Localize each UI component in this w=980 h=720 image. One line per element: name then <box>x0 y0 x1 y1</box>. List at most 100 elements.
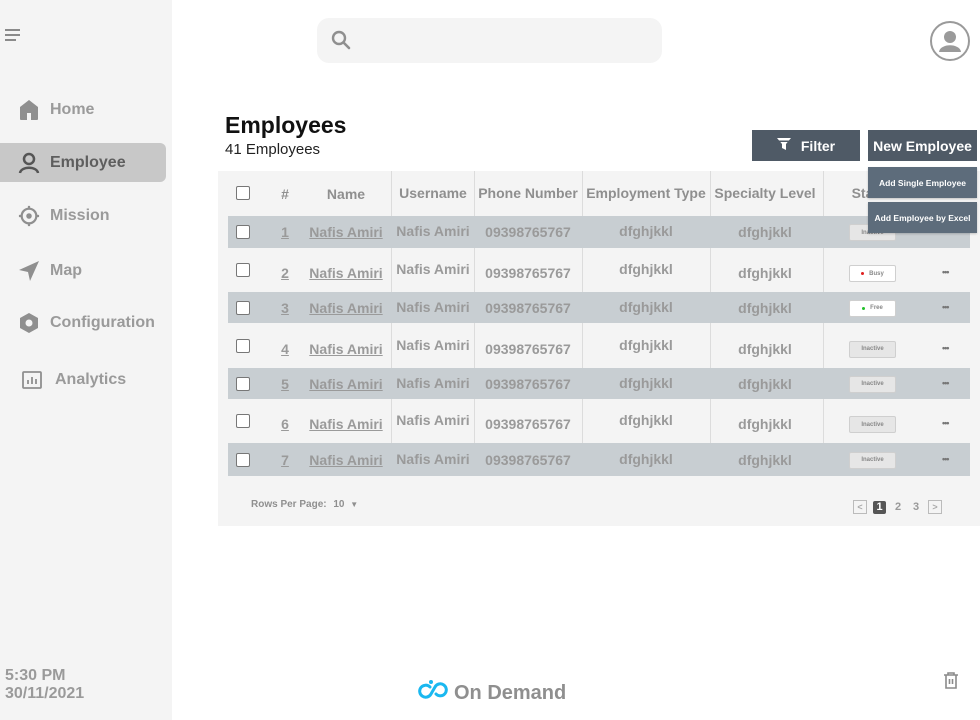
table-row: 7 Nafis Amiri Nafis Amiri 09398765767 dfghjk… <box>228 443 970 476</box>
pagination: < 1 2 3 > <box>853 500 942 514</box>
row-checkbox[interactable] <box>236 376 250 391</box>
clock: 5:30 PM 30/11/2021 <box>5 667 84 703</box>
trash-icon[interactable] <box>943 671 959 694</box>
search-bar[interactable] <box>317 18 662 63</box>
caret-down-icon: ▼ <box>350 500 359 509</box>
employee-name-link[interactable]: Nafis Amiri <box>296 416 396 432</box>
status-badge: Inactive <box>849 451 896 469</box>
page-title: Employees <box>225 112 347 138</box>
status-label: Busy <box>869 270 884 277</box>
status-badge: Free <box>849 299 896 317</box>
specialty-level-cell: dfghjkkl <box>738 224 792 240</box>
phone-cell: 09398765767 <box>485 224 571 240</box>
sidebar-item-mission[interactable]: Mission <box>0 196 166 235</box>
specialty-level-cell: dfghjkkl <box>738 375 792 392</box>
sidebar-item-label: Analytics <box>55 370 127 388</box>
employee-name-link[interactable]: Nafis Amiri <box>296 341 396 357</box>
sidebar-item-label: Mission <box>50 206 110 224</box>
employee-name-link[interactable]: Nafis Amiri <box>296 224 396 240</box>
bar-chart-icon <box>21 369 43 391</box>
more-actions-button[interactable]: ••• <box>942 302 950 312</box>
phone-cell: 09398765767 <box>485 265 571 281</box>
prev-page-button[interactable]: < <box>853 500 867 514</box>
phone-cell: 09398765767 <box>485 340 571 357</box>
row-number-link[interactable]: 6 <box>275 416 295 432</box>
employee-name-link[interactable]: Nafis Amiri <box>296 265 396 281</box>
specialty-level-cell: dfghjkkl <box>738 340 792 357</box>
person-icon <box>18 152 40 174</box>
employment-type-cell: dfghjkkl <box>619 223 673 239</box>
table-header: # Name Username Phone Number Employment Type… <box>218 171 980 216</box>
table-row: 5 Nafis Amiri Nafis Amiri 09398765767 dfghjk… <box>228 368 970 399</box>
rows-per-page-label: Rows Per Page: <box>251 499 327 510</box>
more-actions-button[interactable]: ••• <box>942 418 950 428</box>
phone-cell: 09398765767 <box>485 299 571 316</box>
row-checkbox[interactable] <box>236 300 250 315</box>
brand-name: On Demand <box>454 681 567 704</box>
table-row: 1 Nafis Amiri Nafis Amiri 09398765767 dfghjk… <box>228 216 970 248</box>
time: 5:30 PM <box>5 667 66 684</box>
page-3-button[interactable]: 3 <box>910 501 922 513</box>
status-label: Free <box>870 305 883 311</box>
search-icon <box>331 30 351 55</box>
row-checkbox[interactable] <box>236 338 250 353</box>
row-number-link[interactable]: 2 <box>275 265 295 281</box>
add-employee-by-excel-menu-item[interactable]: Add Employee by Excel <box>868 202 977 233</box>
specialty-level-cell: dfghjkkl <box>738 451 792 468</box>
sidebar-item-map[interactable]: Map <box>0 251 166 290</box>
rows-per-page-select[interactable]: Rows Per Page: 10 ▼ <box>251 499 358 510</box>
sidebar-item-employee[interactable]: Employee <box>0 143 166 182</box>
more-actions-button[interactable]: ••• <box>942 454 950 464</box>
row-number-link[interactable]: 7 <box>275 452 295 468</box>
row-number-link[interactable]: 5 <box>275 376 295 392</box>
employee-name-link[interactable]: Nafis Amiri <box>296 376 396 392</box>
target-icon <box>18 205 40 227</box>
phone-cell: 09398765767 <box>485 416 571 432</box>
sidebar-item-label: Home <box>50 100 95 118</box>
add-single-employee-menu-item[interactable]: Add Single Employee <box>868 167 977 198</box>
row-number-link[interactable]: 1 <box>275 224 295 240</box>
sidebar-item-configuration[interactable]: Configuration <box>0 303 166 342</box>
rows-per-page-value: 10 <box>333 499 345 510</box>
employee-name-link[interactable]: Nafis Amiri <box>296 300 396 316</box>
employment-type-cell: dfghjkkl <box>619 261 673 277</box>
page-2-button[interactable]: 2 <box>892 501 904 513</box>
employment-type-cell: dfghjkkl <box>619 412 673 428</box>
row-checkbox[interactable] <box>236 452 250 467</box>
status-dot <box>862 306 866 310</box>
status-label: Inactive <box>861 421 884 428</box>
page-1-button[interactable]: 1 <box>873 500 886 514</box>
home-icon <box>18 99 40 121</box>
row-checkbox[interactable] <box>236 225 250 239</box>
row-checkbox[interactable] <box>236 414 250 428</box>
status-label: Inactive <box>861 381 884 387</box>
more-actions-button[interactable]: ••• <box>942 267 950 277</box>
status-badge: Inactive <box>849 375 896 393</box>
employee-count: 41 Employees <box>225 141 321 158</box>
next-page-button[interactable]: > <box>928 500 942 514</box>
sidebar-item-label: Configuration <box>50 313 155 331</box>
more-actions-button[interactable]: ••• <box>942 378 950 388</box>
row-checkbox[interactable] <box>236 263 250 277</box>
user-avatar-icon[interactable] <box>930 21 970 61</box>
sidebar-item-home[interactable]: Home <box>0 90 166 129</box>
specialty-level-cell: dfghjkkl <box>738 299 792 316</box>
employment-type-cell: dfghjkkl <box>619 450 673 467</box>
search-input[interactable] <box>361 18 651 63</box>
sidebar-item-analytics[interactable]: Analytics <box>0 360 166 399</box>
table-row: 3 Nafis Amiri Nafis Amiri 09398765767 dfghjk… <box>228 292 970 323</box>
table-row: 4 Nafis Amiri Nafis Amiri 09398765767 dfghjk… <box>228 324 970 367</box>
row-number-link[interactable]: 4 <box>275 341 295 357</box>
filter-icon <box>776 137 791 154</box>
filter-button[interactable]: Filter <box>752 130 860 161</box>
brand-logo: On Demand <box>418 679 566 707</box>
employee-name-link[interactable]: Nafis Amiri <box>296 452 396 468</box>
more-actions-button[interactable]: ••• <box>942 343 950 353</box>
row-number-link[interactable]: 3 <box>275 300 295 316</box>
new-employee-button[interactable]: New Employee <box>868 130 977 161</box>
hamburger-icon[interactable] <box>5 29 20 41</box>
navigation-arrow-icon <box>18 260 40 282</box>
status-badge: Inactive <box>849 416 896 433</box>
specialty-level-cell: dfghjkkl <box>738 416 792 432</box>
specialty-level-cell: dfghjkkl <box>738 265 792 281</box>
